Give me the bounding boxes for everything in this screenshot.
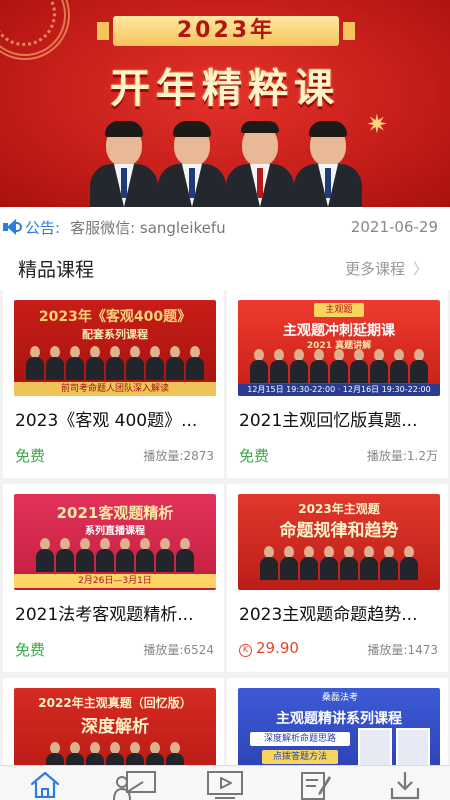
course-card[interactable]: 桑磊法考 主观题精讲系列课程 深度解析命题思路 点拨答题方法 — [227, 678, 448, 784]
video-play-icon — [207, 771, 243, 799]
thumbnail-teachers — [238, 349, 440, 383]
more-courses-link[interactable]: 更多课程〉 — [345, 258, 428, 279]
announcement-bar[interactable]: 公告: 客服微信: sangleikefu 2021-06-29 — [0, 207, 450, 247]
sparkle-icon: ✷ — [366, 110, 388, 140]
thumbnail-subtitle: 命题规律和趋势 — [279, 521, 399, 541]
course-title: 2023《客观 400题》... — [15, 411, 198, 431]
announcement-date: 2021-06-29 — [350, 218, 438, 236]
thumbnail-subtitle: 深度解析 — [81, 717, 149, 737]
thumbnail-subtitle: 系列直播课程 — [85, 526, 145, 537]
download-icon — [390, 772, 420, 800]
thumbnail-strip: 前司考命题人团队深入解读 — [14, 382, 216, 396]
banner-title: 开年精粹课 — [110, 66, 340, 112]
tab-notes[interactable] — [285, 766, 345, 800]
course-price: 免费 — [239, 447, 270, 465]
teacher-figure — [156, 118, 228, 207]
thumbnail-subtitle: 深度解析命题思路 — [250, 732, 350, 746]
thumbnail-title: 2022年主观真题（回忆版） — [38, 696, 192, 710]
course-card[interactable]: 2021客观题精析 系列直播课程 2月26日—3月1日 2021法考客观题精析.… — [3, 484, 224, 672]
announcement-label: 公告: — [25, 218, 61, 237]
speaker-icon — [3, 219, 23, 235]
thumbnail-title: 2023年主观题 — [298, 502, 380, 516]
bottom-tab-bar — [0, 765, 450, 800]
course-card[interactable]: 2023年主观题 命题规律和趋势 2023主观题命题趋势... K 29.90 播… — [227, 484, 448, 672]
promo-banner[interactable]: 2023年 开年精粹课 ✷ — [0, 0, 450, 207]
app-screen: 2023年 开年精粹课 ✷ 公告: 客服微信: sangleikefu 2021… — [0, 0, 450, 800]
announcement-text: 客服微信: sangleikefu — [70, 218, 226, 237]
course-play-count: 播放量:2873 — [143, 449, 214, 463]
notes-edit-icon — [301, 772, 331, 800]
chevron-right-icon: 〉 — [412, 260, 428, 278]
coin-icon: K — [239, 644, 252, 657]
thumbnail-title: 2021客观题精析 — [56, 504, 174, 522]
course-card[interactable]: 2022年主观真题（回忆版） 深度解析 — [3, 678, 224, 784]
thumbnail-title: 主观题冲刺延期课 — [283, 323, 395, 339]
course-price: 免费 — [15, 641, 46, 659]
section-title: 精品课程 — [18, 259, 95, 281]
course-card[interactable]: 2023年《客观400题》 配套系列课程 前司考命题人团队深入解读 2023《客… — [3, 290, 224, 478]
home-icon — [30, 771, 60, 798]
course-play-count: 播放量:1473 — [367, 643, 438, 657]
teacher-figure — [224, 118, 296, 207]
banner-teachers-photo — [88, 118, 368, 207]
course-price: 免费 — [15, 447, 46, 465]
course-thumbnail: 2023年主观题 命题规律和趋势 — [238, 494, 440, 590]
course-title: 2023主观题命题趋势... — [239, 605, 418, 625]
thumbnail-teachers — [238, 546, 440, 580]
course-price-value: 29.90 — [256, 639, 299, 657]
tab-video[interactable] — [195, 766, 255, 800]
tab-live[interactable] — [105, 766, 165, 800]
section-header: 精品课程 更多课程〉 — [0, 247, 450, 290]
course-play-count: 播放量:6524 — [143, 643, 214, 657]
thumbnail-badge: 主观题 — [314, 303, 364, 317]
thumbnail-title: 2023年《客观400题》 — [38, 309, 192, 325]
thumbnail-strip: 2月26日—3月1日 — [14, 574, 216, 588]
teacher-figure — [88, 118, 160, 207]
course-title: 2021法考客观题精析... — [15, 605, 194, 625]
thumbnail-badge: 桑磊法考 — [321, 693, 358, 703]
course-thumbnail: 2023年《客观400题》 配套系列课程 前司考命题人团队深入解读 — [14, 300, 216, 396]
course-card[interactable]: 主观题 主观题冲刺延期课 2021 真题讲解 12月15日 19:30-22:0… — [227, 290, 448, 478]
course-thumbnail: 主观题 主观题冲刺延期课 2021 真题讲解 12月15日 19:30-22:0… — [238, 300, 440, 396]
tab-download[interactable] — [375, 766, 435, 800]
course-thumbnail: 2021客观题精析 系列直播课程 2月26日—3月1日 — [14, 494, 216, 590]
course-price: K 29.90 — [239, 639, 299, 657]
thumbnail-teachers — [14, 538, 216, 572]
more-courses-label: 更多课程 — [344, 260, 405, 278]
course-play-count: 播放量:1.2万 — [366, 449, 438, 463]
teacher-figure — [292, 118, 364, 207]
live-class-icon — [113, 771, 156, 800]
course-title: 2021主观回忆版真题... — [239, 411, 418, 431]
banner-year-label: 2023年 — [97, 16, 355, 46]
thumbnail-strip: 12月15日 19:30-22:00 · 12月16日 19:30-22:00 — [238, 384, 440, 396]
thumbnail-title: 主观题精讲系列课程 — [276, 711, 402, 727]
tab-home[interactable] — [15, 766, 75, 800]
thumbnail-subtitle: 配套系列课程 — [82, 328, 148, 341]
thumbnail-subtitle-2: 点拨答题方法 — [262, 750, 338, 764]
thumbnail-teachers — [14, 346, 216, 380]
